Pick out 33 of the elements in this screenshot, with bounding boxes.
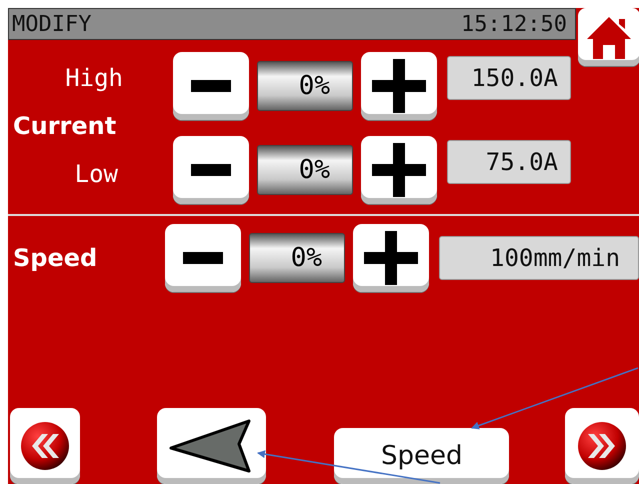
value-field: 0%: [257, 145, 353, 195]
rewind-button[interactable]: [10, 408, 80, 484]
row-label: High: [65, 64, 124, 92]
minus-button[interactable]: [165, 224, 241, 292]
left-arrow-icon: [169, 418, 254, 474]
minus-button[interactable]: [173, 52, 249, 120]
plus-button[interactable]: [361, 52, 437, 120]
clock-time: 15:12:50: [461, 12, 567, 36]
minus-icon: [191, 80, 231, 92]
forward-button[interactable]: [565, 408, 639, 484]
double-chevron-right-icon: [577, 421, 628, 471]
screen-title: MODIFY: [12, 12, 92, 36]
group-label: Current: [13, 112, 118, 140]
plus-icon: [372, 143, 426, 197]
minus-button[interactable]: [173, 136, 249, 204]
row-label: Speed: [13, 244, 98, 272]
value-field: 0%: [249, 233, 345, 283]
row-label: Low: [74, 160, 119, 188]
double-chevron-left-icon: [20, 421, 70, 471]
house-icon: [585, 15, 633, 59]
speed-button[interactable]: Speed: [334, 428, 510, 484]
plus-button[interactable]: [361, 136, 437, 204]
plus-icon: [364, 231, 418, 285]
back-button[interactable]: [156, 408, 266, 484]
reading-display: 75.0A: [447, 140, 571, 184]
home-button[interactable]: [578, 8, 639, 66]
minus-icon: [183, 252, 223, 264]
reading-display: 100mm/min: [439, 236, 639, 280]
plus-button[interactable]: [353, 224, 429, 292]
value-field: 0%: [257, 61, 353, 111]
minus-icon: [191, 164, 231, 176]
reading-display: 150.0A: [447, 56, 571, 100]
plus-icon: [372, 59, 426, 113]
